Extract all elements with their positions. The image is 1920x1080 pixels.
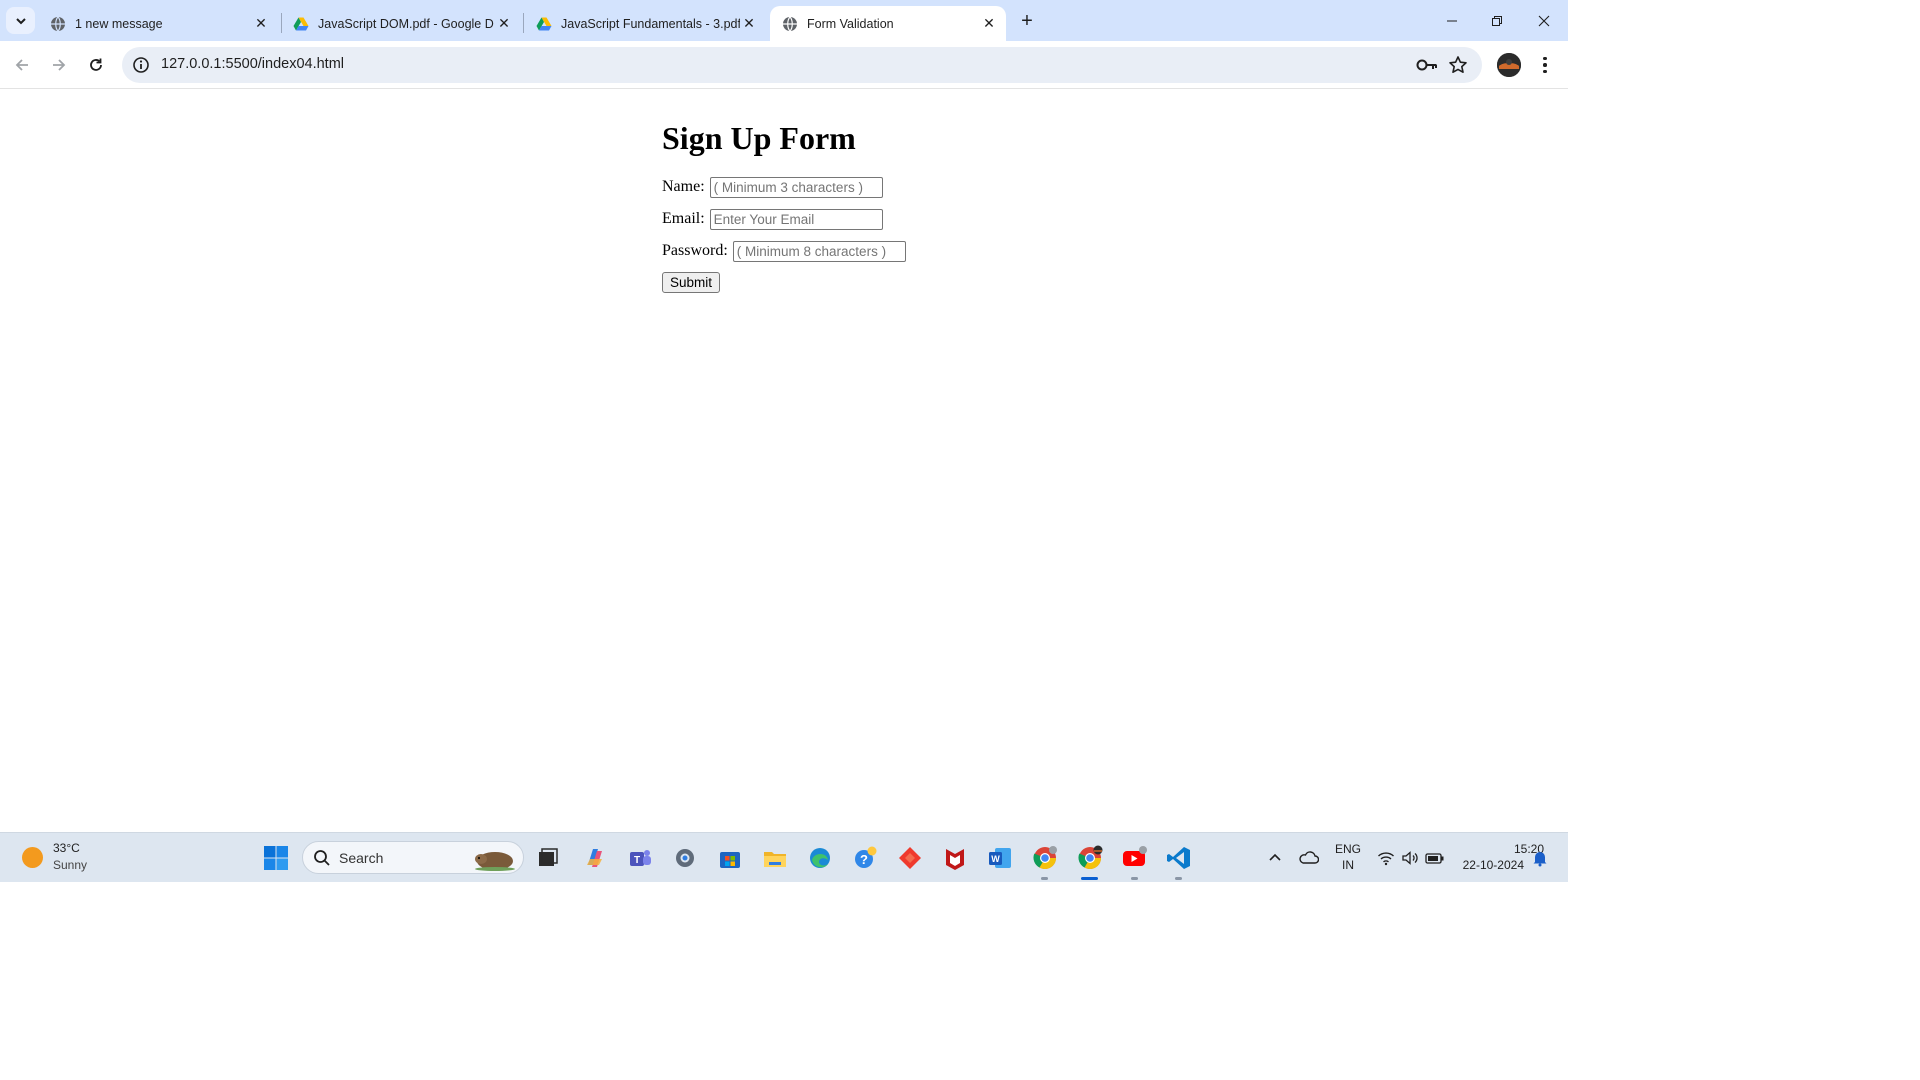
arrow-right-icon	[53, 59, 66, 71]
mcafee-icon[interactable]	[942, 845, 968, 871]
menu-dot	[1543, 56, 1547, 61]
avatar-icon	[1497, 53, 1521, 77]
svg-text:W: W	[991, 854, 1000, 864]
name-label: Name:	[662, 178, 705, 195]
language-indicator[interactable]: ENG	[1333, 842, 1363, 856]
running-indicator	[1041, 877, 1048, 880]
copilot-icon[interactable]	[582, 845, 608, 871]
wifi-icon[interactable]	[1377, 849, 1395, 867]
onedrive-cloud-icon[interactable]	[1297, 848, 1319, 866]
profile-avatar[interactable]	[1497, 53, 1521, 77]
clock-date[interactable]: 22-10-2024	[1454, 858, 1524, 872]
close-window-button[interactable]	[1521, 0, 1567, 41]
windows-start-icon[interactable]	[263, 845, 289, 871]
tab-strip: 1 new message ✕ JavaScript DOM.pdf - Goo…	[0, 0, 1568, 41]
globe-icon	[51, 16, 65, 31]
browser-menu-button[interactable]	[1535, 53, 1555, 77]
teams-icon[interactable]: T	[627, 845, 653, 871]
vscode-icon[interactable]	[1166, 845, 1192, 871]
microsoft-store-icon[interactable]	[717, 845, 743, 871]
password-row: Password:	[662, 240, 906, 262]
chevron-down-icon	[15, 17, 26, 24]
close-icon	[1538, 15, 1550, 26]
password-label: Password:	[662, 242, 728, 259]
google-drive-icon	[536, 17, 552, 30]
close-tab-icon[interactable]: ✕	[252, 15, 270, 33]
tab-javascript-fundamentals[interactable]: JavaScript Fundamentals - 3.pdf ✕	[524, 6, 766, 41]
browser-toolbar: 127.0.0.1:5500/index04.html	[0, 41, 1568, 89]
taskbar: 33°C Sunny Search T ? W ENG IN 15:20 22-…	[0, 832, 1568, 882]
file-explorer-icon[interactable]	[762, 845, 788, 871]
help-icon[interactable]: ?	[852, 845, 878, 871]
youtube-icon[interactable]	[1122, 845, 1148, 871]
tab-search-button[interactable]	[6, 7, 35, 34]
weather-description[interactable]: Sunny	[53, 858, 87, 872]
url-text[interactable]: 127.0.0.1:5500/index04.html	[161, 56, 344, 72]
anydesk-icon[interactable]	[897, 845, 923, 871]
notification-bell-icon[interactable]	[1531, 849, 1549, 867]
chevron-up-icon[interactable]	[1266, 849, 1284, 867]
weather-temperature[interactable]: 33°C	[53, 841, 80, 855]
address-bar[interactable]: 127.0.0.1:5500/index04.html	[122, 47, 1482, 83]
running-indicator	[1131, 877, 1138, 880]
close-tab-icon[interactable]: ✕	[495, 15, 513, 33]
password-key-icon[interactable]	[1416, 56, 1438, 74]
forward-button[interactable]	[45, 51, 73, 79]
back-button[interactable]	[8, 51, 36, 79]
minimize-icon	[1447, 20, 1457, 21]
tab-form-validation[interactable]: Form Validation ✕	[770, 6, 1006, 41]
menu-dot	[1543, 69, 1547, 74]
tab-title: JavaScript Fundamentals - 3.pdf	[561, 16, 740, 31]
page-title: Sign Up Form	[662, 120, 856, 156]
svg-text:?: ?	[860, 852, 868, 867]
email-row: Email:	[662, 208, 906, 230]
menu-dot	[1543, 63, 1547, 67]
tab-title: 1 new message	[75, 16, 163, 31]
tab-title: Form Validation	[807, 16, 894, 31]
name-row: Name:	[662, 176, 906, 198]
sun-icon[interactable]	[22, 847, 43, 868]
arrow-left-icon	[15, 59, 28, 71]
region-indicator[interactable]: IN	[1333, 858, 1363, 872]
running-indicator-active	[1081, 877, 1098, 880]
taskbar-search[interactable]: Search	[302, 841, 524, 874]
tab-new-message[interactable]: 1 new message ✕	[38, 6, 278, 41]
tab-javascript-dom[interactable]: JavaScript DOM.pdf - Google D ✕	[281, 6, 521, 41]
task-view-icon[interactable]	[535, 845, 561, 871]
close-tab-icon[interactable]: ✕	[740, 15, 758, 33]
restore-button[interactable]	[1474, 0, 1520, 41]
submit-button[interactable]: Submit	[662, 272, 721, 293]
restore-icon	[1492, 15, 1502, 26]
speaker-icon[interactable]	[1401, 849, 1419, 867]
globe-icon	[783, 16, 797, 31]
battery-icon[interactable]	[1425, 849, 1445, 867]
minimize-button[interactable]	[1429, 0, 1475, 41]
email-label: Email:	[662, 210, 705, 227]
search-icon	[314, 850, 330, 866]
settings-gear-icon[interactable]	[672, 845, 698, 871]
tab-title: JavaScript DOM.pdf - Google D	[318, 16, 494, 31]
search-label: Search	[339, 850, 384, 866]
search-highlight-icon	[475, 852, 515, 871]
password-input[interactable]	[732, 240, 906, 262]
email-input[interactable]	[709, 208, 883, 230]
running-indicator	[1175, 877, 1182, 880]
signup-form: Sign Up Form Name: Email: Password: Subm…	[662, 118, 906, 293]
close-tab-icon[interactable]: ✕	[980, 15, 998, 33]
page-content: Sign Up Form Name: Email: Password: Subm…	[0, 90, 1568, 832]
new-tab-button[interactable]: +	[1015, 9, 1039, 33]
edge-browser-icon[interactable]	[807, 845, 833, 871]
name-input[interactable]	[709, 176, 883, 198]
chrome-icon[interactable]	[1032, 845, 1058, 871]
reload-button[interactable]	[82, 51, 110, 79]
chrome-profile-icon[interactable]	[1077, 845, 1103, 871]
word-icon[interactable]: W	[987, 845, 1013, 871]
google-drive-icon	[293, 17, 309, 30]
reload-icon	[90, 58, 102, 71]
svg-text:T: T	[634, 855, 640, 866]
bookmark-star-icon[interactable]	[1448, 55, 1468, 75]
site-info-icon[interactable]	[132, 56, 150, 74]
